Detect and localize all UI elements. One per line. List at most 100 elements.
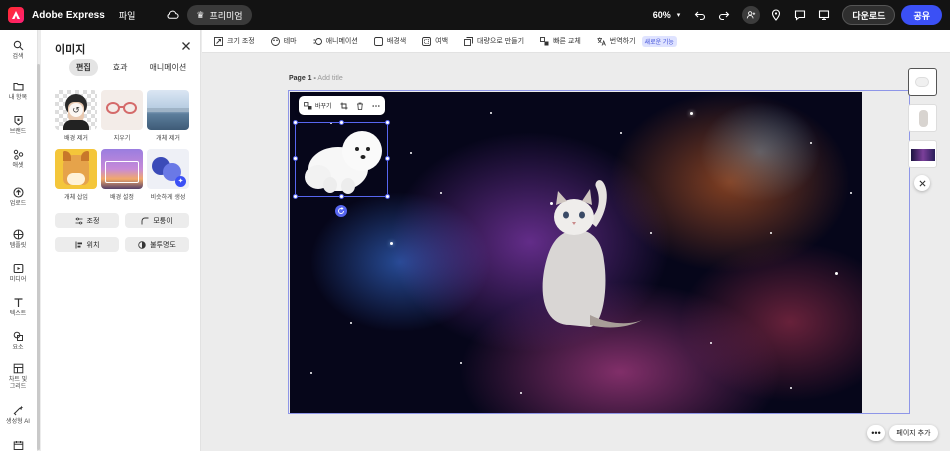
zoom-level[interactable]: 60%: [653, 10, 671, 20]
share-button[interactable]: 공유: [901, 5, 942, 25]
undo-icon: ↺: [69, 103, 83, 117]
add-user-icon[interactable]: [742, 6, 761, 24]
ctx-animation[interactable]: 애니메이션: [313, 36, 358, 46]
close-icon[interactable]: [180, 40, 192, 52]
page-thumbnail-2[interactable]: [908, 104, 937, 132]
bulk-create-icon: [464, 36, 473, 46]
cloud-icon[interactable]: [165, 8, 179, 22]
tool-label: 개체 삽입: [64, 195, 88, 201]
rail-label: 브랜드: [9, 129, 27, 135]
corners-button[interactable]: 모퉁이: [125, 213, 189, 228]
resize-handle[interactable]: [339, 120, 344, 125]
panel-tabs: 편집 효과 애니메이션: [69, 59, 193, 76]
tab-animation[interactable]: 애니메이션: [142, 59, 193, 76]
opacity-icon: [138, 240, 146, 249]
set-background-thumbnail: [101, 149, 143, 189]
ctx-margins[interactable]: 여백: [422, 36, 448, 46]
upload-icon: [12, 187, 24, 198]
rail-label: 내 항목: [8, 95, 28, 101]
close-page-strip-button[interactable]: [914, 175, 930, 191]
ctx-theme[interactable]: 테마: [270, 36, 297, 46]
rail-label: 템플릿: [9, 243, 27, 249]
new-feature-badge: 새로운 기능: [641, 35, 677, 47]
more-options-icon[interactable]: [371, 102, 380, 110]
add-page-button[interactable]: 페이지 추가: [889, 425, 938, 441]
ctx-label: 크기 조정: [227, 38, 255, 45]
page-thumbnail-1[interactable]: [908, 68, 937, 96]
resize-handle[interactable]: [293, 156, 298, 161]
tool-generate-similar[interactable]: ✦ 비슷하게 생성: [147, 149, 189, 201]
translate-icon: [597, 37, 606, 46]
rail-item-templates[interactable]: 템플릿: [0, 229, 36, 250]
tool-insert-object[interactable]: 개체 삽입: [55, 149, 97, 201]
rail-label: 텍스트: [9, 311, 27, 317]
resize-handle[interactable]: [293, 120, 298, 125]
present-icon[interactable]: [816, 7, 832, 23]
ctx-background-color[interactable]: 배경색: [373, 36, 406, 46]
comment-icon[interactable]: [792, 7, 808, 23]
adobe-express-logo-icon[interactable]: [8, 7, 24, 23]
tool-label: 배경 제거: [64, 136, 88, 142]
tool-set-background[interactable]: 배경 설정: [101, 149, 143, 201]
rail-item-elements[interactable]: 요소: [0, 331, 36, 352]
page-label: Page 1 - Add title: [289, 75, 343, 82]
resize-handle[interactable]: [385, 156, 390, 161]
rotate-icon: [338, 207, 344, 214]
rail-item-brand[interactable]: 브랜드: [0, 115, 36, 136]
page-thumbnail-3[interactable]: [908, 140, 937, 168]
ctx-label: 여백: [435, 38, 449, 45]
resize-handle[interactable]: [339, 194, 344, 199]
rail-item-media[interactable]: 미디어: [0, 263, 36, 284]
cat-image[interactable]: [530, 175, 645, 330]
tool-remove-object[interactable]: 개체 제거: [147, 90, 189, 142]
rail-item-charts-grids[interactable]: 차트 및 그리드: [0, 363, 36, 391]
ctx-translate[interactable]: 번역하기 새로운 기능: [597, 35, 677, 47]
trash-icon[interactable]: [356, 102, 364, 110]
close-icon: [919, 180, 925, 186]
ai-icon: [13, 405, 23, 416]
resize-handle[interactable]: [293, 194, 298, 199]
tool-label: 비슷하게 생성: [150, 195, 186, 201]
ctx-resize[interactable]: 크기 조정: [214, 36, 255, 46]
adjust-button[interactable]: 조정: [55, 213, 119, 228]
rail-label: 차트 및 그리드: [8, 377, 28, 390]
corners-label: 모퉁이: [153, 217, 173, 225]
app-brand: Adobe Express: [32, 9, 105, 21]
replace-button[interactable]: 바꾸기: [304, 101, 332, 110]
ctx-bulk-create[interactable]: 대량으로 만들기: [464, 36, 524, 46]
template-icon: [12, 229, 24, 240]
redo-icon[interactable]: [716, 7, 732, 23]
rail-item-generative-ai[interactable]: 생성형 AI: [0, 405, 36, 426]
location-pin-icon[interactable]: [768, 7, 784, 23]
undo-icon[interactable]: [692, 7, 708, 23]
tab-effects[interactable]: 효과: [106, 59, 135, 76]
replace-icon: [304, 101, 312, 109]
rail-scrollbar[interactable]: [37, 64, 40, 450]
more-button[interactable]: •••: [867, 425, 885, 441]
premium-button[interactable]: ♛ 프리미엄: [187, 5, 252, 25]
ctx-label: 테마: [283, 38, 297, 45]
rail-item-assets[interactable]: 애셋: [0, 149, 36, 170]
add-title-link[interactable]: Add title: [317, 75, 342, 82]
download-button[interactable]: 다운로드: [842, 5, 896, 25]
ctx-quick-replace[interactable]: 빠른 교체: [540, 36, 581, 46]
opacity-button[interactable]: 불투명도: [125, 237, 189, 252]
tab-edit[interactable]: 편집: [69, 59, 98, 76]
tool-remove-background[interactable]: ↺ 배경 제거: [55, 90, 97, 142]
rail-item-search[interactable]: 검색: [0, 40, 36, 61]
remove-object-thumbnail: [147, 90, 189, 130]
rail-item-text[interactable]: 텍스트: [0, 297, 36, 318]
crop-icon[interactable]: [340, 102, 348, 110]
rail-item-my-stuff[interactable]: 내 항목: [0, 81, 36, 102]
file-menu[interactable]: 파일: [119, 9, 136, 22]
rail-item-calendar[interactable]: [0, 440, 36, 451]
chevron-down-icon[interactable]: ▾: [677, 11, 681, 19]
resize-handle[interactable]: [385, 120, 390, 125]
tool-erase[interactable]: 지우기: [101, 90, 143, 142]
position-button[interactable]: 위치: [55, 237, 119, 252]
selection-box[interactable]: [293, 120, 390, 199]
rotate-handle[interactable]: [335, 205, 347, 217]
resize-handle[interactable]: [385, 194, 390, 199]
image-panel: 이미지 편집 효과 애니메이션 ↺ 배경 제거 지우기 개체 제거 개체 삽입 …: [41, 30, 201, 451]
rail-item-upload[interactable]: 업로드: [0, 187, 36, 208]
